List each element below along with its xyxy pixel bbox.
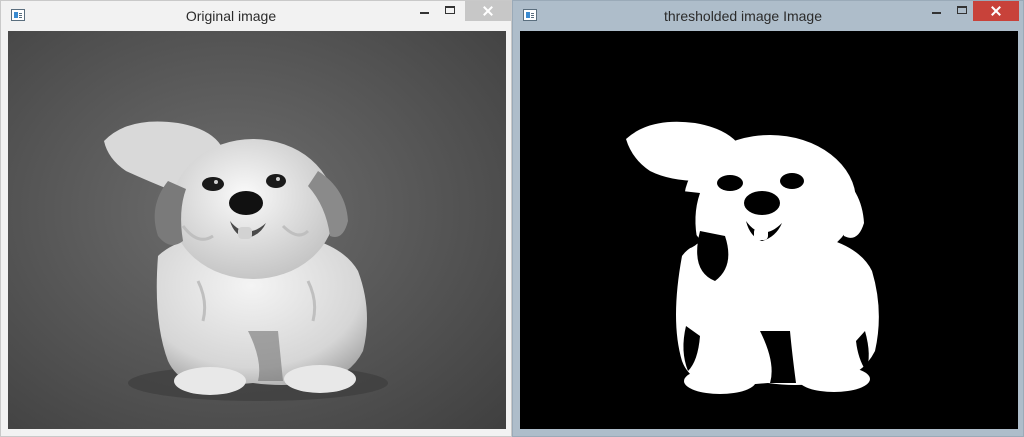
thresholded-window-titlebar[interactable]: thresholded image Image <box>513 1 1023 31</box>
thresholded-image-canvas <box>520 31 1018 429</box>
minimize-icon[interactable] <box>411 1 437 21</box>
thresholded-image-window[interactable]: thresholded image Image <box>512 0 1024 437</box>
thresholded-window-title: thresholded image Image <box>664 8 822 24</box>
original-window-title: Original image <box>185 8 277 24</box>
original-window-titlebar[interactable]: Original image <box>1 1 511 31</box>
original-image-window[interactable]: Original image <box>0 0 512 437</box>
app-window-icon[interactable] <box>11 9 25 21</box>
maximize-icon[interactable] <box>949 1 975 21</box>
thresholded-dog-silhouette <box>520 31 1018 429</box>
minimize-icon[interactable] <box>923 1 949 21</box>
maximize-icon[interactable] <box>437 1 463 21</box>
original-dog-photo <box>8 31 506 429</box>
close-icon[interactable] <box>465 1 511 21</box>
app-window-icon[interactable] <box>523 9 537 21</box>
original-image-canvas <box>8 31 506 429</box>
close-icon[interactable] <box>973 1 1019 21</box>
